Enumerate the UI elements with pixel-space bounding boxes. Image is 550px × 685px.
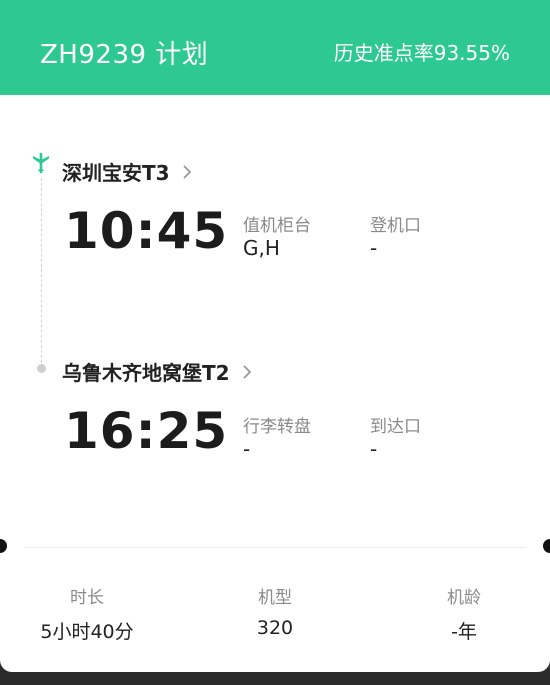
departure-time: 10:45 xyxy=(64,202,229,260)
departure-airport: 深圳宝安T3 xyxy=(62,161,170,185)
flight-card: ZH9239 计划 历史准点率93.55% 深圳宝安T3 10:45 值机柜台 … xyxy=(0,0,550,672)
chevron-right-icon xyxy=(242,364,251,379)
checkin-counter-label: 值机柜台 xyxy=(243,216,311,236)
aircraft-type-label: 机型 xyxy=(258,588,292,608)
aircraft-type-value: 320 xyxy=(256,617,294,639)
baggage-carousel-label: 行李转盘 xyxy=(243,417,311,437)
checkin-counter-value: G,H xyxy=(243,236,280,260)
duration-value: 5小时40分 xyxy=(40,621,134,643)
card-divider xyxy=(24,547,526,548)
aircraft-age-label: 机龄 xyxy=(447,588,481,608)
gate-value: - xyxy=(370,236,378,260)
plane-takeoff-icon xyxy=(33,152,49,174)
baggage-carousel-value: - xyxy=(243,437,251,461)
ticket-notch-right xyxy=(543,539,550,553)
route-line xyxy=(41,178,42,363)
chevron-right-icon xyxy=(182,164,191,179)
flight-header: ZH9239 计划 历史准点率93.55% xyxy=(0,0,550,95)
arrival-airport-link[interactable]: 乌鲁木齐地窝堡T2 xyxy=(62,357,252,386)
arrival-dot xyxy=(37,364,46,373)
arrival-airport: 乌鲁木齐地窝堡T2 xyxy=(62,361,230,385)
aircraft-age-value: -年 xyxy=(451,621,477,643)
arrival-exit-label: 到达口 xyxy=(370,417,421,437)
gate-label: 登机口 xyxy=(370,216,421,236)
ticket-notch-left xyxy=(0,539,7,553)
departure-airport-link[interactable]: 深圳宝安T3 xyxy=(62,157,192,186)
duration-label: 时长 xyxy=(70,588,104,608)
flight-title: ZH9239 计划 xyxy=(40,40,209,70)
ontime-rate: 历史准点率93.55% xyxy=(333,41,510,65)
arrival-time: 16:25 xyxy=(64,402,229,460)
arrival-exit-value: - xyxy=(370,437,378,461)
